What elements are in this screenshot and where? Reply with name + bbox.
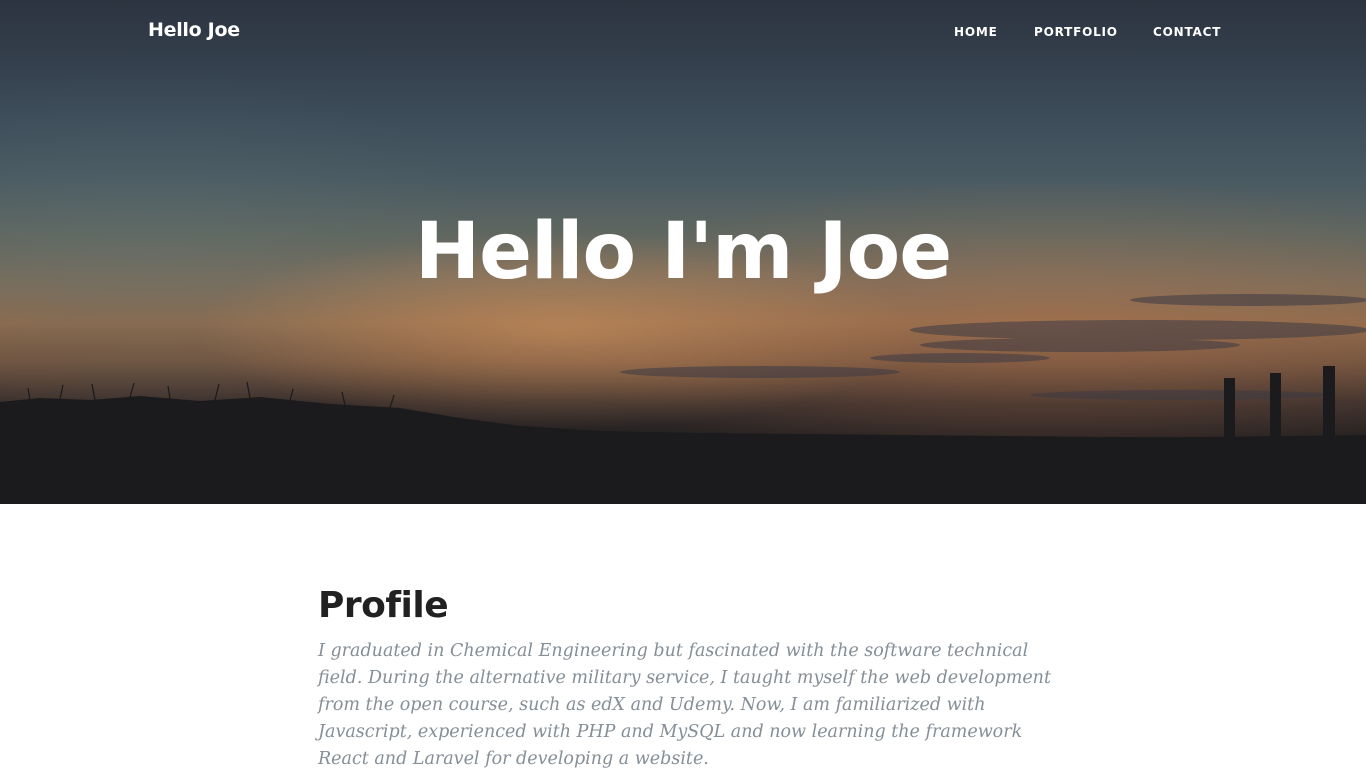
top-navbar: Hello Joe HOME PORTFOLIO CONTACT xyxy=(0,0,1366,66)
nav-link-contact[interactable]: CONTACT xyxy=(1153,25,1221,39)
nav-link-home[interactable]: HOME xyxy=(954,25,998,39)
profile-section: Profile I graduated in Chemical Engineer… xyxy=(318,584,1058,768)
landscape-silhouette xyxy=(0,396,1366,504)
cloud-streaks xyxy=(620,294,1366,400)
profile-heading: Profile xyxy=(318,585,449,626)
hero-title: Hello I'm Joe xyxy=(414,207,952,297)
chimneys-silhouette xyxy=(1224,366,1335,442)
nav-link-portfolio[interactable]: PORTFOLIO xyxy=(1034,25,1118,39)
profile-description: I graduated in Chemical Engineering but … xyxy=(318,641,1051,768)
brand-link[interactable]: Hello Joe xyxy=(148,19,240,41)
